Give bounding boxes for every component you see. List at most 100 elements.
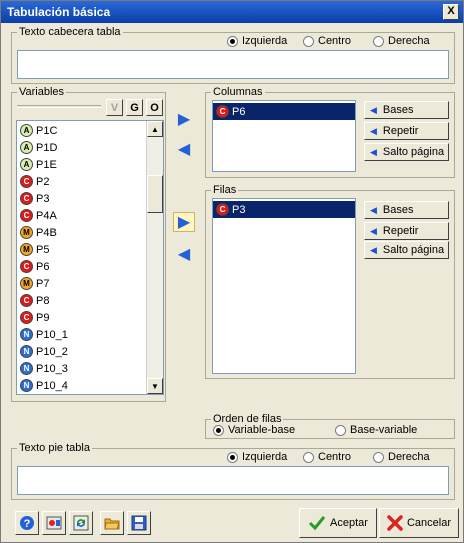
variable-list-item[interactable]: A P1C — [17, 122, 145, 139]
open-button[interactable] — [100, 511, 124, 535]
variable-list-item[interactable]: M P4B — [17, 224, 145, 241]
scroll-thumb[interactable] — [147, 175, 163, 213]
variables-group: Variables V G O A P1C A P1D A P1E C P2 C P3 C P4A M P… — [11, 86, 166, 402]
variable-label: P1C — [36, 124, 58, 137]
variable-label: P8 — [36, 294, 50, 307]
columns-bases-button[interactable]: ◀ Bases — [364, 101, 449, 119]
header-align-right-radio[interactable]: Derecha — [373, 35, 430, 47]
variable-list-item[interactable]: C P9 — [17, 309, 145, 326]
list-item[interactable]: C P6 — [213, 103, 355, 120]
rows-repeat-button[interactable]: ◀ Repetir — [364, 222, 449, 240]
triangle-left-icon: ◀ — [370, 225, 377, 236]
accept-button[interactable]: Aceptar — [299, 508, 377, 538]
triangle-left-icon: ◀ — [370, 244, 377, 255]
variables-items: A P1C A P1D A P1E C P2 C P3 C P4A M P4B M P5 C P6 M P7 C P8 C P… — [17, 122, 145, 394]
order-base-variable-radio[interactable]: Base-variable — [335, 424, 417, 436]
settings-button[interactable] — [42, 511, 66, 535]
columns-list[interactable]: C P6 — [212, 100, 356, 172]
triangle-left-icon: ◀ — [370, 104, 377, 115]
arrow-left-icon: ◀ — [177, 246, 191, 263]
footer-align-left-radio[interactable]: Izquierda — [227, 451, 287, 463]
numeric-variable-icon: N — [20, 345, 33, 358]
variable-list-item[interactable]: N P10_3 — [17, 360, 145, 377]
list-item-label: P3 — [232, 203, 246, 216]
close-button[interactable]: X — [443, 4, 459, 20]
scroll-up-button[interactable]: ▲ — [147, 121, 163, 137]
variables-list[interactable]: A P1C A P1D A P1E C P2 C P3 C P4A M P4B M P5 C P6 M P7 C P8 C P… — [16, 120, 164, 395]
header-text-group: Texto cabecera tabla Izquierda Centro De… — [11, 26, 455, 84]
order-variable-base-radio[interactable]: Variable-base — [213, 424, 295, 436]
variable-list-item[interactable]: M P5 — [17, 241, 145, 258]
variable-list-item[interactable]: C P2 — [17, 173, 145, 190]
scroll-down-button[interactable]: ▼ — [147, 378, 163, 394]
variable-list-item[interactable]: N P10_2 — [17, 343, 145, 360]
button-label: Bases — [382, 104, 414, 116]
footer-text-input[interactable] — [17, 466, 449, 495]
button-label: Salto página — [382, 146, 445, 158]
rows-bases-button[interactable]: ◀ Bases — [364, 201, 449, 219]
remove-from-rows-button[interactable]: ◀ — [173, 244, 195, 264]
variable-label: P3 — [36, 192, 50, 205]
refresh-button[interactable] — [69, 511, 93, 535]
radio-dot — [213, 424, 224, 436]
variable-label: P7 — [36, 277, 50, 290]
remove-from-columns-button[interactable]: ◀ — [173, 139, 195, 159]
category-variable-icon: C — [20, 311, 33, 324]
columns-repeat-button[interactable]: ◀ Repetir — [364, 122, 449, 140]
variable-label: P1E — [36, 158, 57, 171]
columns-page-break-button[interactable]: ◀ Salto página — [364, 143, 449, 161]
radio-label: Derecha — [388, 35, 430, 47]
variable-list-item[interactable]: C P4A — [17, 207, 145, 224]
footer-text-group: Texto pie tabla Izquierda Centro Derecha — [11, 442, 455, 500]
filter-o-button[interactable]: O — [146, 99, 163, 116]
add-to-rows-button[interactable]: ▶ — [173, 212, 195, 232]
footer-align-center-radio[interactable]: Centro — [303, 451, 351, 463]
svg-text:?: ? — [24, 518, 31, 530]
radio-label: Izquierda — [242, 451, 288, 463]
header-text-label: Texto cabecera tabla — [17, 26, 123, 38]
header-align-left-radio[interactable]: Izquierda — [227, 35, 287, 47]
filter-v-button[interactable]: V — [106, 99, 123, 116]
variable-label: P5 — [36, 243, 50, 256]
variable-label: P6 — [36, 260, 50, 273]
list-item[interactable]: C P3 — [213, 201, 355, 218]
multiple-variable-icon: M — [20, 226, 33, 239]
variable-list-item[interactable]: M P7 — [17, 275, 145, 292]
variable-list-item[interactable]: C P8 — [17, 292, 145, 309]
variable-list-item[interactable]: N P10_1 — [17, 326, 145, 343]
radio-dot — [303, 451, 314, 463]
title-bar[interactable]: Tabulación básica X — [1, 1, 463, 23]
arrow-right-icon: ▶ — [177, 214, 191, 231]
help-button[interactable]: ? — [15, 511, 39, 535]
variable-label: P4B — [36, 226, 57, 239]
alpha-variable-icon: A — [20, 141, 33, 154]
rows-page-break-button[interactable]: ◀ Salto página — [364, 241, 449, 259]
button-label: Salto página — [382, 244, 445, 256]
triangle-left-icon: ◀ — [370, 146, 377, 157]
variable-label: P10_3 — [36, 362, 68, 375]
cancel-x-icon — [387, 515, 403, 531]
footer-align-right-radio[interactable]: Derecha — [373, 451, 430, 463]
rows-list[interactable]: C P3 — [212, 198, 356, 374]
radio-dot — [373, 35, 384, 47]
variable-list-item[interactable]: A P1E — [17, 156, 145, 173]
multiple-variable-icon: M — [20, 243, 33, 256]
variable-list-item[interactable]: C P3 — [17, 190, 145, 207]
filter-g-button[interactable]: G — [126, 99, 143, 116]
variable-list-item[interactable]: A P1D — [17, 139, 145, 156]
row-order-group: Orden de filas Variable-base Base-variab… — [205, 413, 455, 439]
variables-scrollbar[interactable]: ▲ ▼ — [146, 121, 163, 394]
variable-list-item[interactable]: N P10_4 — [17, 377, 145, 394]
variable-list-item[interactable]: C P6 — [17, 258, 145, 275]
cancel-button[interactable]: Cancelar — [379, 508, 459, 538]
save-button[interactable] — [127, 511, 151, 535]
cancel-label: Cancelar — [406, 517, 452, 529]
footer-text-label: Texto pie tabla — [17, 442, 92, 454]
numeric-variable-icon: N — [20, 328, 33, 341]
add-to-columns-button[interactable]: ▶ — [173, 109, 195, 129]
header-text-input[interactable] — [17, 50, 449, 79]
variable-label: P10_1 — [36, 328, 68, 341]
variable-label: P4A — [36, 209, 57, 222]
list-item-label: P6 — [232, 105, 246, 118]
header-align-center-radio[interactable]: Centro — [303, 35, 351, 47]
